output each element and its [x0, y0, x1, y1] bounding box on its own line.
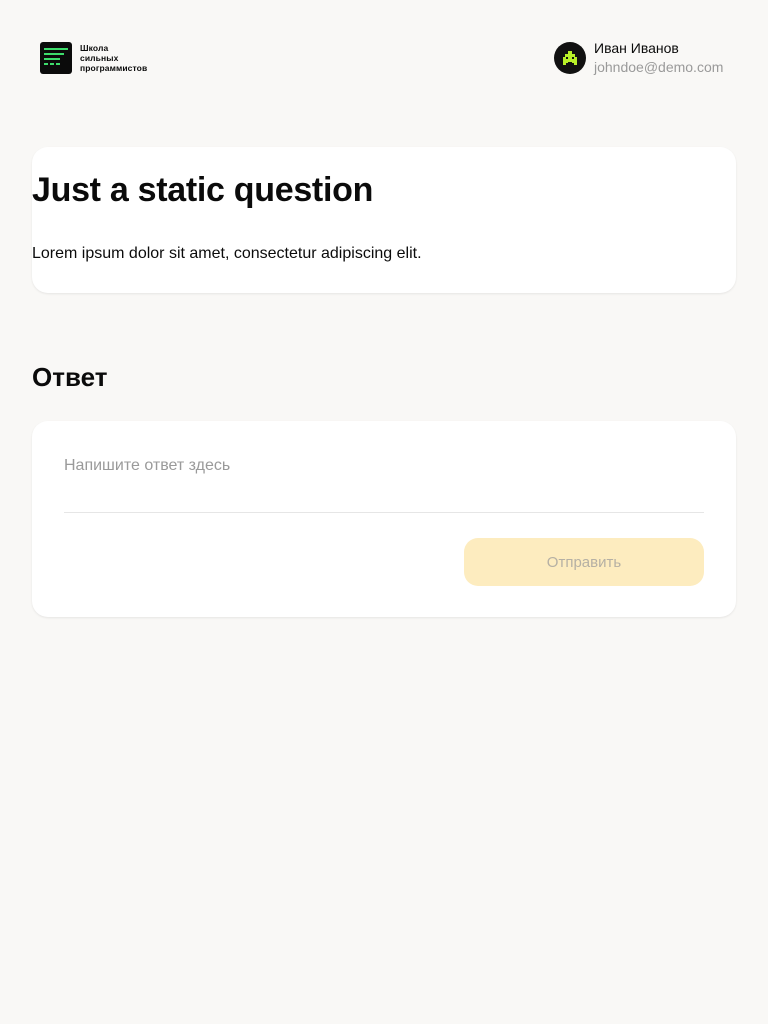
- user-profile[interactable]: Иван Иванов johndoe@demo.com: [554, 40, 723, 76]
- question-text: Lorem ipsum dolor sit amet, consectetur …: [32, 245, 422, 262]
- logo-line: сильных: [80, 53, 119, 63]
- user-info: Иван Иванов johndoe@demo.com: [594, 40, 723, 76]
- user-email: johndoe@demo.com: [594, 59, 724, 75]
- header: Школа сильных программистов Иван Иванов …: [0, 0, 768, 116]
- school-logo-link[interactable]: Школа сильных программистов: [40, 42, 147, 74]
- answer-card: Отправить: [32, 421, 736, 617]
- answer-heading: Ответ: [32, 362, 108, 392]
- page: Школа сильных программистов Иван Иванов …: [0, 0, 768, 1024]
- school-logo-icon: [40, 42, 72, 74]
- user-name: Иван Иванов: [594, 40, 679, 56]
- alien-avatar-icon: [554, 42, 586, 74]
- submit-button[interactable]: Отправить: [464, 538, 704, 586]
- question-title: Just a static question: [32, 171, 374, 209]
- logo-line: программистов: [80, 63, 148, 73]
- logo-line: Школа: [80, 43, 109, 53]
- logo-text: Школа сильных программистов: [80, 43, 147, 73]
- answer-input[interactable]: [64, 455, 704, 513]
